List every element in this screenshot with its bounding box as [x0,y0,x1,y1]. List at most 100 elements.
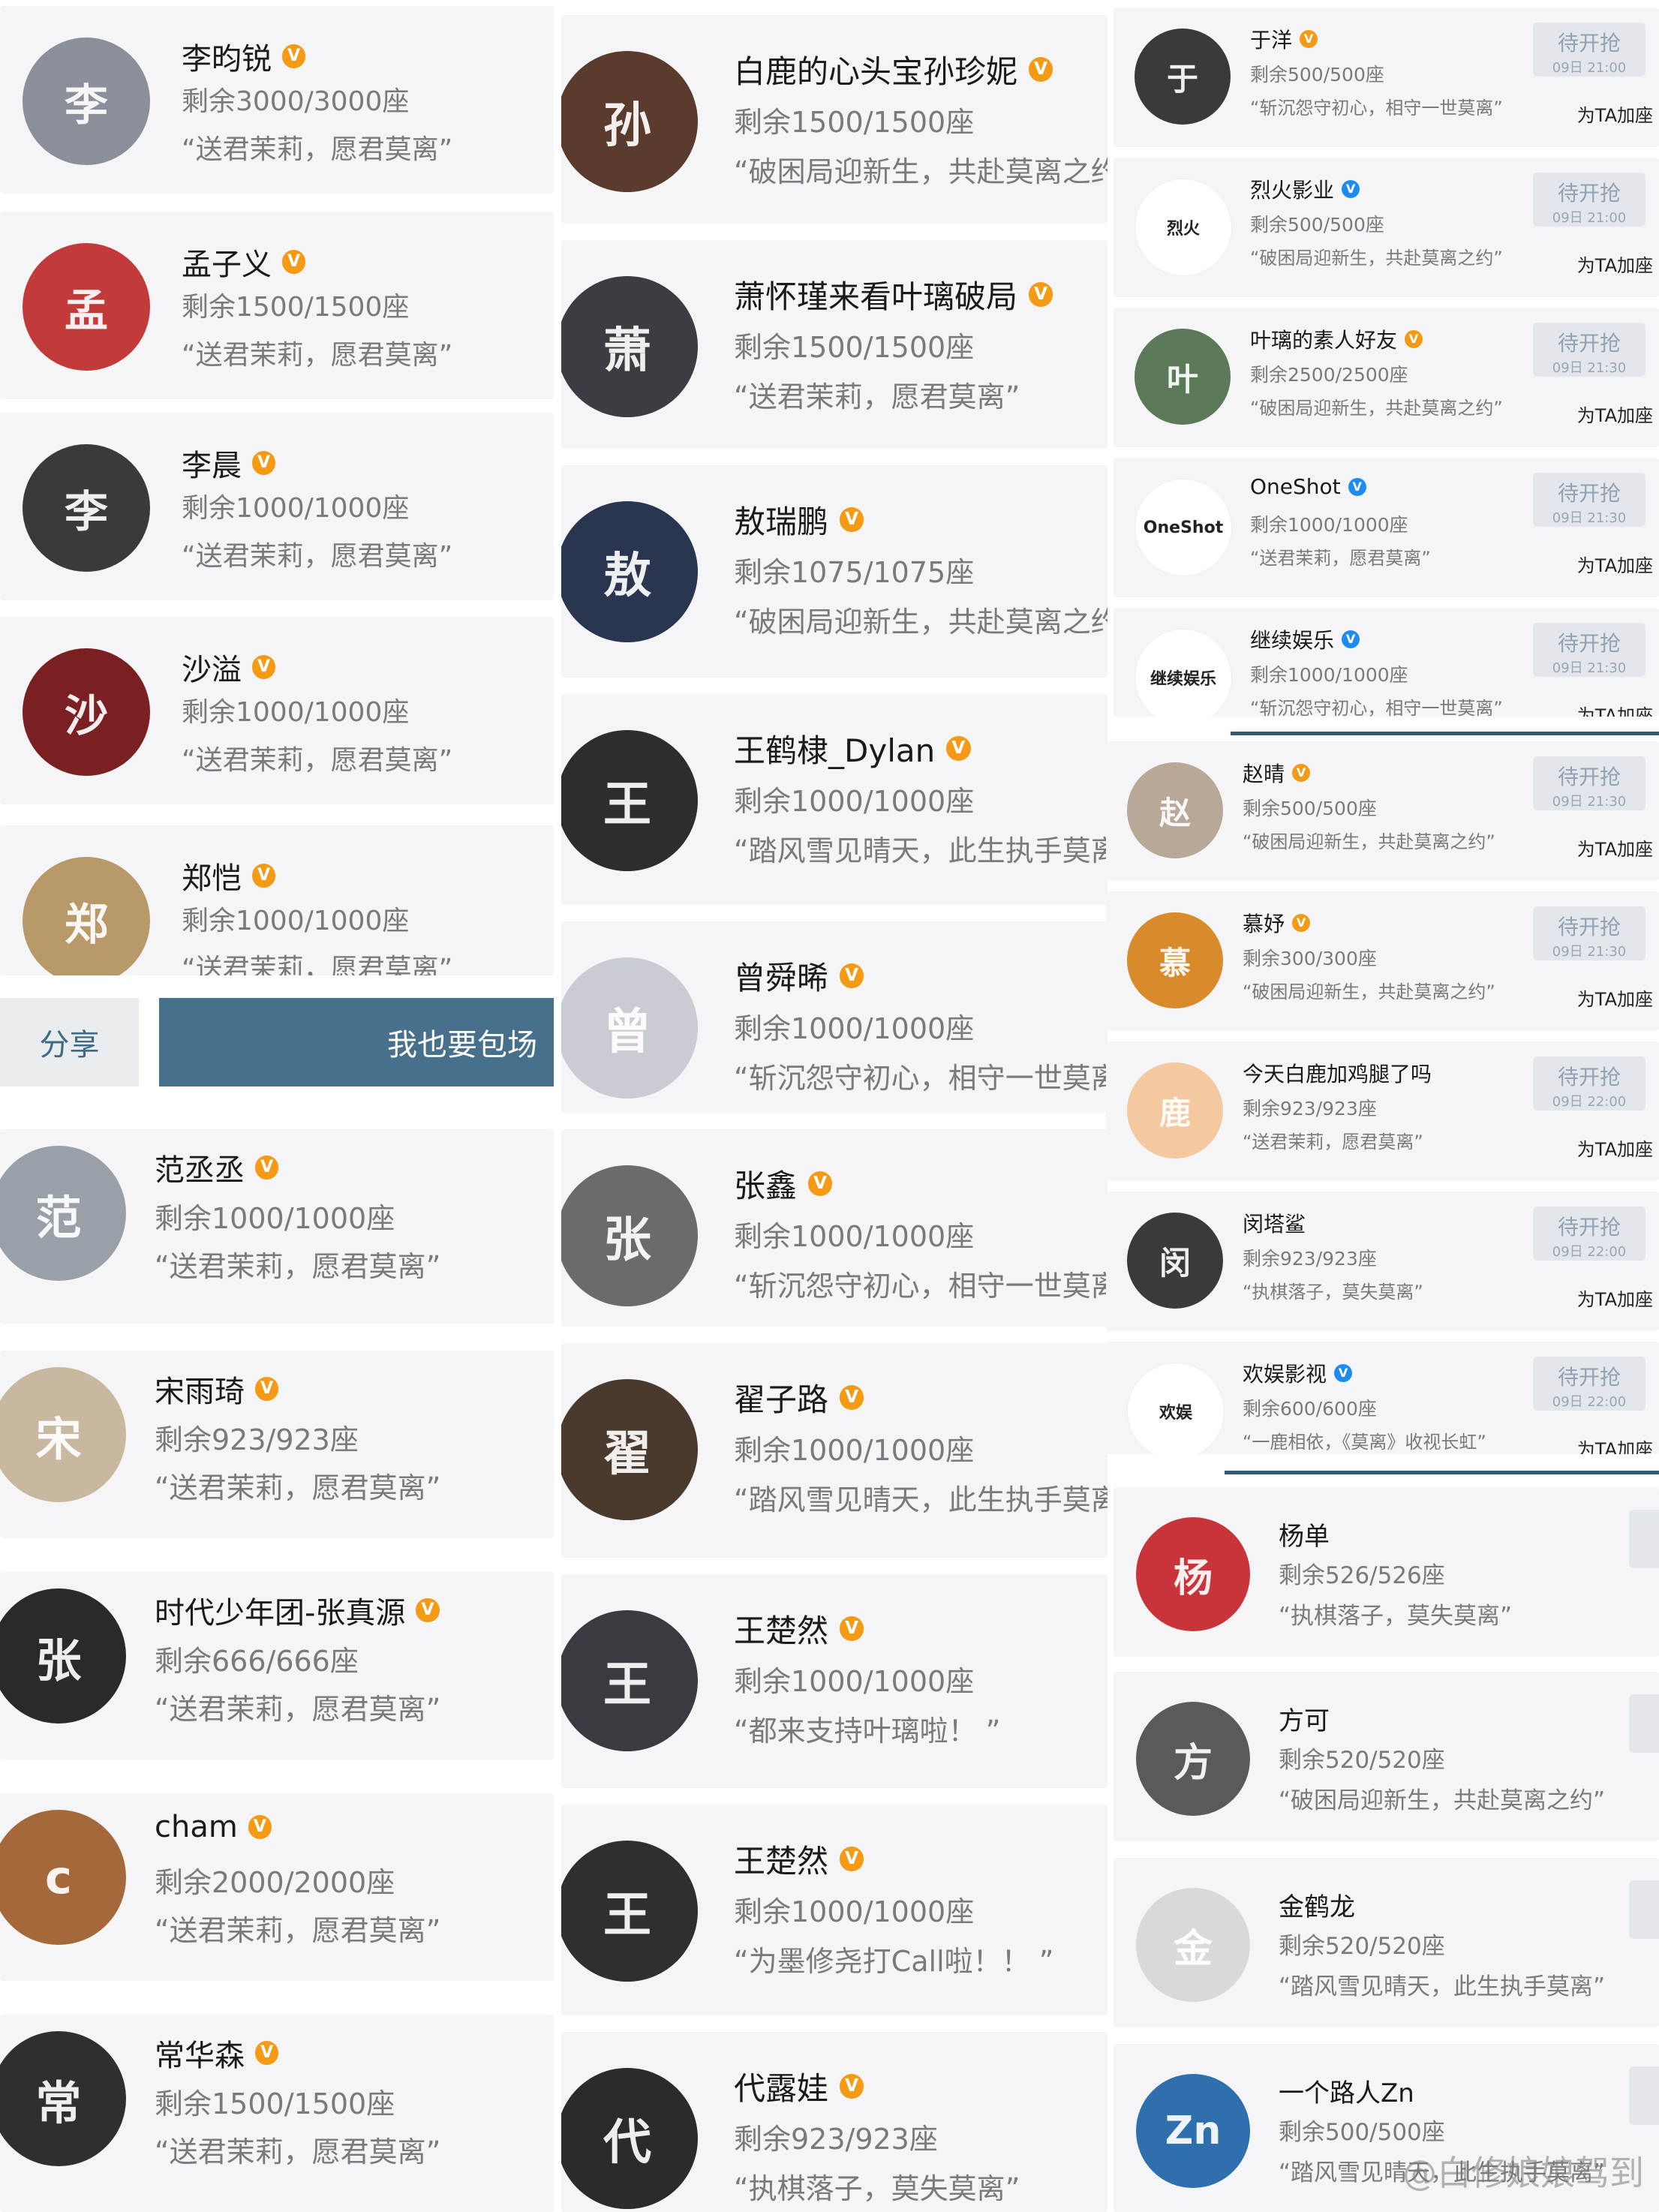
host-name[interactable]: 时代少年团-张真源 V [155,1588,440,1632]
add-seat-link[interactable]: 为TA加座 [1577,984,1653,1011]
add-seat-link[interactable]: 为TA加座 [1577,834,1653,861]
host-name-text[interactable]: 沙溢 [182,645,242,689]
seat-card[interactable]: 慕 慕妤 V 剩余300/300座 “破困局迎新生，共赴莫离之约” 待开抢 09日 21:3… [1106,891,1659,1031]
host-name-text[interactable]: 范丞丞 [155,1146,245,1189]
seat-card[interactable]: 沙 沙溢 V 剩余1000/1000座 “送君茉莉，愿君莫离” [0,617,554,804]
seat-card[interactable]: 烈火 烈火影业 V 剩余500/500座 “破困局迎新生，共赴莫离之约” 待开抢 09日 2… [1114,158,1659,297]
host-name[interactable]: 沙溢 V [182,645,276,689]
add-seat-link[interactable]: 为TA加座 [1577,701,1653,717]
add-seat-link[interactable]: 为TA加座 [1577,251,1653,277]
seat-card[interactable]: 曾 曾舜晞 V 剩余1000/1000座 “斩沉怨守初心，相守一世莫离” [561,921,1108,1113]
host-name-text[interactable]: 赵晴 [1243,758,1285,788]
card-edge-tab[interactable] [1629,1880,1659,1939]
seat-card[interactable]: OneShot OneShot V 剩余1000/1000座 “送君茉莉，愿君莫离” 待开… [1114,458,1659,597]
host-name[interactable]: 杨单 [1279,1516,1330,1552]
seat-card[interactable]: 杨 杨单 剩余526/526座 “执棋落子，莫失莫离” [1114,1487,1659,1657]
seat-card[interactable]: 叶 叶璃的素人好友 V 剩余2500/2500座 “破困局迎新生，共赴莫离之约” 待开抢 0… [1114,308,1659,447]
seat-card[interactable]: 李 李晨 V 剩余1000/1000座 “送君茉莉，愿君莫离” [0,413,554,600]
host-name[interactable]: 常华森 V [155,2031,279,2075]
seat-card[interactable]: 萧 萧怀瑾来看叶璃破局 V 剩余1500/1500座 “送君茉莉，愿君莫离” [561,240,1108,449]
host-name-text[interactable]: 张鑫 [734,1161,797,1207]
host-name[interactable]: 一个路人Zn [1279,2072,1414,2109]
host-name-text[interactable]: 孟子义 [182,240,272,284]
seat-card[interactable]: 常 常华森 V 剩余1500/1500座 “送君茉莉，愿君莫离” [0,2015,554,2212]
seat-card[interactable]: 孟 孟子义 V 剩余1500/1500座 “送君茉莉，愿君莫离” [0,212,554,399]
host-name[interactable]: 翟子路 V [734,1375,864,1420]
host-name[interactable]: 方可 [1279,1700,1330,1737]
host-name-text[interactable]: 于洋 [1250,24,1292,54]
share-button[interactable]: 分享 [0,998,139,1086]
host-name-text[interactable]: 敖瑞鹏 [734,497,828,542]
host-name[interactable]: 敖瑞鹏 V [734,497,864,542]
host-name-text[interactable]: 代露娃 [734,2063,828,2109]
seat-card[interactable]: 赵 赵晴 V 剩余500/500座 “破困局迎新生，共赴莫离之约” 待开抢 09日 21:3… [1106,741,1659,881]
host-name-text[interactable]: 李晨 [182,441,242,485]
host-name-text[interactable]: 王楚然 [734,1836,828,1882]
seat-card[interactable]: 代 代露娃 V 剩余923/923座 “执棋落子，莫失莫离” [561,2032,1108,2212]
host-name-text[interactable]: 方可 [1279,1700,1330,1737]
host-name-text[interactable]: 闵塔鲨 [1243,1208,1306,1238]
seat-card[interactable]: 王 王楚然 V 剩余1000/1000座 “为墨修尧打Call啦！！ ” [561,1805,1108,2015]
seat-card[interactable]: 范 范丞丞 V 剩余1000/1000座 “送君茉莉，愿君莫离” [0,1129,554,1324]
book-screening-button[interactable]: 我也要包场 [159,998,554,1086]
seat-card[interactable]: 翟 翟子路 V 剩余1000/1000座 “踏风雪见晴天，此生执手莫离” [561,1343,1108,1558]
host-name-text[interactable]: 今天白鹿加鸡腿了吗 [1243,1058,1432,1088]
host-name[interactable]: 王楚然 V [734,1836,864,1882]
host-name[interactable]: 于洋 V [1250,24,1318,54]
host-name[interactable]: 张鑫 V [734,1161,833,1207]
host-name-text[interactable]: 杨单 [1279,1516,1330,1552]
seat-card[interactable]: 金 金鹤龙 剩余520/520座 “踏风雪见晴天，此生执手莫离” [1114,1858,1659,2027]
card-edge-tab[interactable] [1629,1694,1659,1753]
host-name-text[interactable]: cham [155,1810,238,1844]
host-name-text[interactable]: OneShot [1250,474,1341,499]
host-name-text[interactable]: 常华森 [155,2031,245,2075]
host-name-text[interactable]: 郑恺 [182,854,242,897]
host-name[interactable]: 今天白鹿加鸡腿了吗 [1243,1058,1432,1088]
seat-card[interactable]: 欢娱 欢娱影视 V 剩余600/600座 “一鹿相依，《莫离》收视长虹” 待开抢 09日 2… [1106,1342,1659,1454]
host-name-text[interactable]: 一个路人Zn [1279,2072,1414,2109]
host-name[interactable]: 萧怀瑾来看叶璃破局 V [734,272,1053,317]
seat-card[interactable]: 李 李昀锐 V 剩余3000/3000座 “送君茉莉，愿君莫离” [0,6,554,194]
host-name-text[interactable]: 李昀锐 [182,35,272,78]
seat-card[interactable]: 继续娱乐 继续娱乐 V 剩余1000/1000座 “斩沉怨守初心，相守一世莫离” 待开抢 0… [1114,608,1659,717]
host-name-text[interactable]: 王鹤棣_Dylan [734,726,935,771]
card-edge-tab[interactable] [1629,1510,1659,1568]
host-name-text[interactable]: 白鹿的心头宝孙珍妮 [734,47,1017,92]
seat-card[interactable]: c cham V 剩余2000/2000座 “送君茉莉，愿君莫离” [0,1793,554,1981]
add-seat-link[interactable]: 为TA加座 [1577,1285,1653,1311]
host-name-text[interactable]: 王楚然 [734,1606,828,1651]
host-name[interactable]: 孟子义 V [182,240,306,284]
host-name[interactable]: 郑恺 V [182,854,276,897]
host-name[interactable]: 烈火影业 V [1250,174,1360,204]
seat-card[interactable]: 鹿 今天白鹿加鸡腿了吗 剩余923/923座 “送君茉莉，愿君莫离” 待开抢 09日 22… [1106,1041,1659,1181]
host-name-text[interactable]: 曾舜晞 [734,953,828,999]
host-name-text[interactable]: 金鹤龙 [1279,1886,1355,1923]
host-name[interactable]: 李晨 V [182,441,276,485]
host-name[interactable]: 慕妤 V [1243,908,1311,938]
seat-card[interactable]: 王 王鹤棣_Dylan V 剩余1000/1000座 “踏风雪见晴天，此生执手莫离” [561,694,1108,905]
seat-card[interactable]: 方 方可 剩余520/520座 “破困局迎新生，共赴莫离之约” [1114,1672,1659,1841]
seat-card[interactable]: 王 王楚然 V 剩余1000/1000座 “都来支持叶璃啦！ ” [561,1574,1108,1788]
add-seat-link[interactable]: 为TA加座 [1577,101,1653,127]
add-seat-link[interactable]: 为TA加座 [1577,1135,1653,1161]
host-name[interactable]: 继续娱乐 V [1250,624,1360,654]
seat-card[interactable]: 孙 白鹿的心头宝孙珍妮 V 剩余1500/1500座 “破困局迎新生，共赴莫离之约” [561,15,1108,224]
host-name[interactable]: 范丞丞 V [155,1146,279,1189]
host-name[interactable]: 欢娱影视 V [1243,1358,1353,1388]
card-edge-tab[interactable] [1629,2066,1659,2125]
host-name-text[interactable]: 慕妤 [1243,908,1285,938]
host-name-text[interactable]: 欢娱影视 [1243,1358,1327,1388]
host-name[interactable]: 王鹤棣_Dylan V [734,726,971,771]
host-name[interactable]: 赵晴 V [1243,758,1311,788]
host-name[interactable]: cham V [155,1810,272,1844]
seat-card[interactable]: 张 张鑫 V 剩余1000/1000座 “斩沉怨守初心，相守一世莫离” [561,1129,1108,1327]
host-name[interactable]: 白鹿的心头宝孙珍妮 V [734,47,1053,92]
host-name[interactable]: 代露娃 V [734,2063,864,2109]
host-name[interactable]: 李昀锐 V [182,35,306,78]
host-name[interactable]: OneShot V [1250,474,1366,499]
host-name[interactable]: 曾舜晞 V [734,953,864,999]
host-name[interactable]: 王楚然 V [734,1606,864,1651]
host-name[interactable]: 闵塔鲨 [1243,1208,1306,1238]
add-seat-link[interactable]: 为TA加座 [1577,551,1653,577]
seat-card[interactable]: 张 时代少年团-张真源 V 剩余666/666座 “送君茉莉，愿君莫离” [0,1572,554,1760]
